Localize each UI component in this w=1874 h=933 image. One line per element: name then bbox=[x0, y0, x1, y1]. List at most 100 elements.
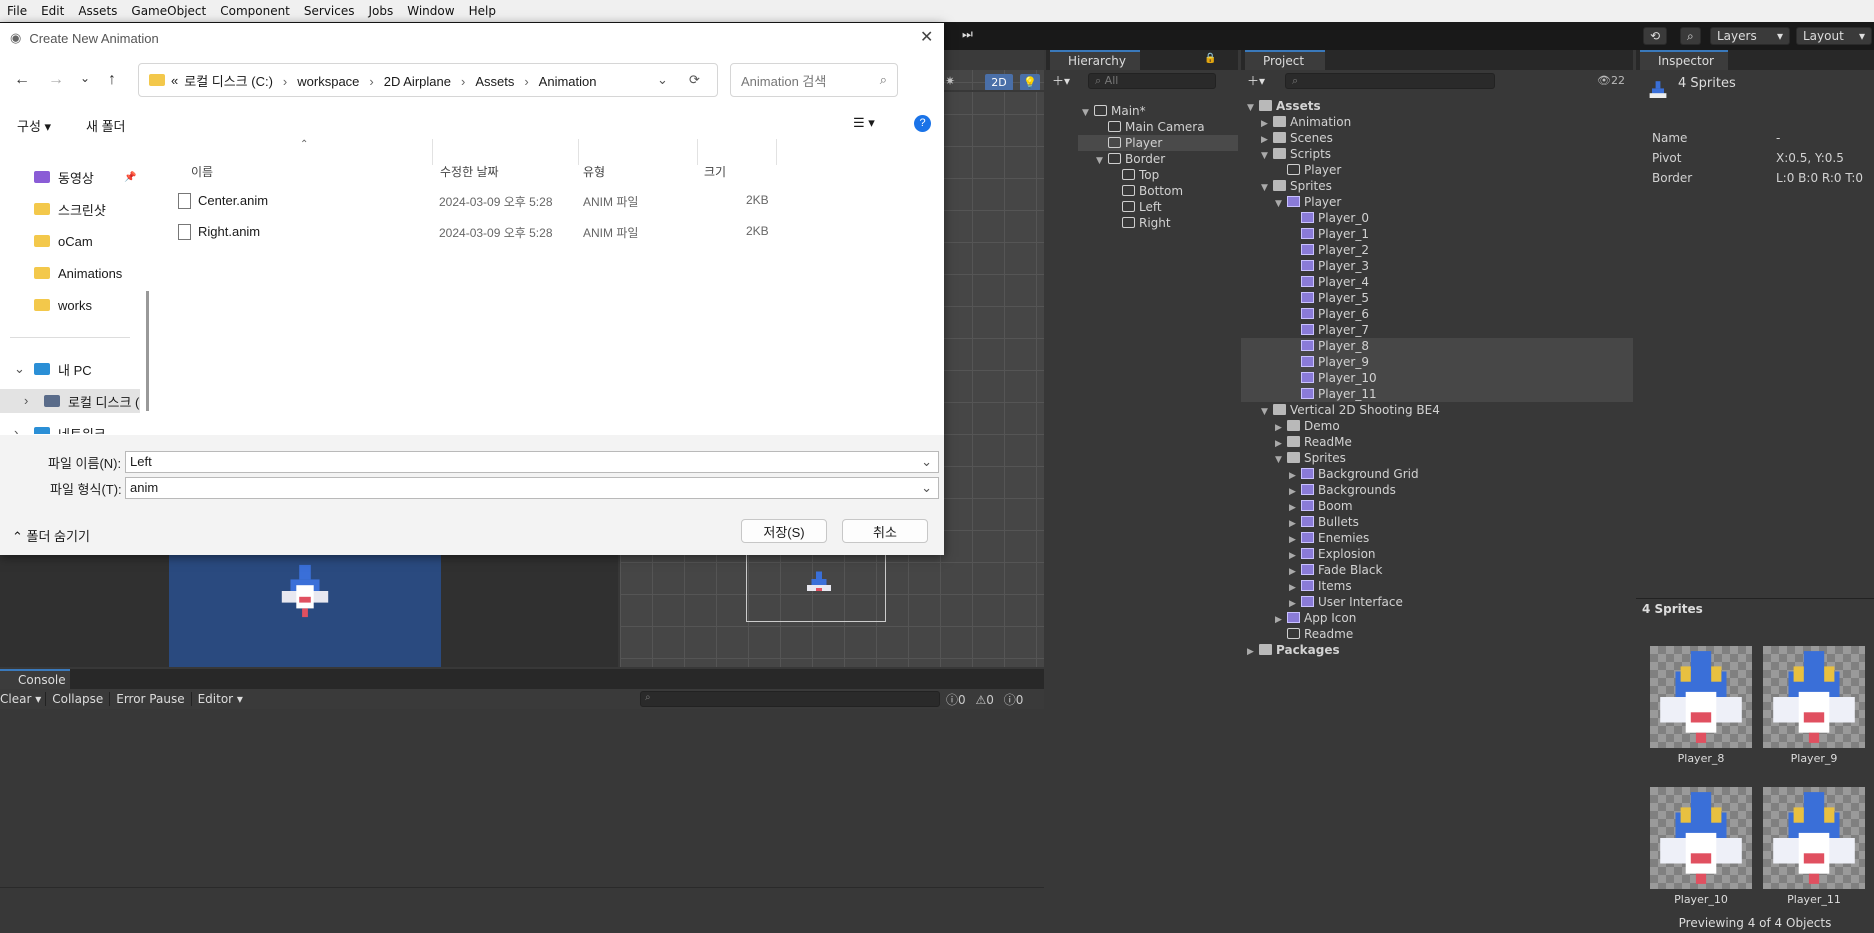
expand-arrow-icon[interactable]: ▼ bbox=[1275, 452, 1287, 468]
project-item[interactable]: ▼ Sprites bbox=[1275, 450, 1346, 466]
project-item[interactable]: Player_1 bbox=[1289, 226, 1369, 242]
project-item[interactable]: Player_6 bbox=[1289, 306, 1369, 322]
new-folder-button[interactable]: 새 폴더 bbox=[86, 116, 126, 135]
organize-button[interactable]: 구성 ▾ bbox=[17, 116, 51, 135]
project-item[interactable]: ▼ Vertical 2D Shooting BE4 bbox=[1261, 402, 1440, 418]
breadcrumb-item[interactable]: 2D Airplane bbox=[384, 74, 451, 89]
lighting-icon[interactable]: 💡 bbox=[1020, 74, 1040, 91]
hierarchy-item[interactable]: Player bbox=[1096, 135, 1162, 151]
hierarchy-item[interactable]: Left bbox=[1110, 199, 1162, 215]
hide-folders-button[interactable]: ⌃ 폴더 숨기기 bbox=[12, 526, 90, 545]
column-date[interactable]: 수정한 날짜 bbox=[440, 163, 499, 180]
project-item[interactable]: Player_11 bbox=[1289, 386, 1377, 402]
chevron-down-icon[interactable]: ⌄ bbox=[921, 452, 932, 472]
nav-scrollbar[interactable] bbox=[146, 291, 149, 411]
chevron-down-icon[interactable]: ⌄ bbox=[921, 478, 932, 498]
breadcrumb-item[interactable]: Assets bbox=[475, 74, 514, 89]
expand-arrow-icon[interactable]: ▼ bbox=[1096, 153, 1108, 169]
project-item[interactable]: Player_9 bbox=[1289, 354, 1369, 370]
gizmo-icon[interactable]: ✷ bbox=[945, 74, 955, 88]
editor-dropdown[interactable]: Editor ▾ bbox=[190, 692, 249, 706]
hierarchy-item[interactable]: ▼ Border bbox=[1096, 151, 1165, 167]
project-item[interactable]: ▶ Packages bbox=[1247, 642, 1340, 658]
expand-arrow-icon[interactable]: ▼ bbox=[1261, 148, 1273, 164]
forward-icon[interactable]: → bbox=[48, 71, 64, 89]
expand-arrow-icon[interactable]: › bbox=[14, 425, 18, 434]
menu-jobs[interactable]: Jobs bbox=[362, 4, 401, 18]
project-item[interactable]: ▼ Assets bbox=[1247, 98, 1321, 114]
layers-dropdown[interactable]: Layers ▾ bbox=[1710, 27, 1790, 45]
project-item[interactable]: ▶ Background Grid bbox=[1289, 466, 1419, 482]
tab-project[interactable]: Project bbox=[1245, 50, 1325, 70]
sprite-preview[interactable] bbox=[1650, 646, 1752, 748]
address-bar[interactable]: « 로컬 디스크 (C:) › workspace › 2D Airplane › Asse… bbox=[138, 63, 718, 97]
menu-edit[interactable]: Edit bbox=[34, 4, 71, 18]
file-row[interactable]: Center.anim 2024-03-09 오후 5:28 ANIM 파일 2KB bbox=[156, 189, 776, 215]
log-toggle[interactable]: ⓘ0 bbox=[946, 693, 966, 707]
cancel-button[interactable]: 취소 bbox=[842, 519, 928, 543]
project-item[interactable]: ▶ Enemies bbox=[1289, 530, 1369, 546]
column-type[interactable]: 유형 bbox=[583, 163, 605, 180]
tab-console[interactable]: Console bbox=[0, 669, 70, 689]
menu-services[interactable]: Services bbox=[297, 4, 362, 18]
project-item[interactable]: ▶ Demo bbox=[1275, 418, 1340, 434]
project-item[interactable]: ▶ Bullets bbox=[1289, 514, 1359, 530]
expand-arrow-icon[interactable]: ▼ bbox=[1275, 196, 1287, 212]
project-item[interactable]: Readme bbox=[1275, 626, 1353, 642]
step-button[interactable]: ⏭ bbox=[962, 27, 973, 42]
hierarchy-search-input[interactable]: ⌕ All bbox=[1088, 73, 1216, 89]
tab-inspector[interactable]: Inspector bbox=[1640, 50, 1728, 70]
filetype-select[interactable]: anim ⌄ bbox=[125, 477, 939, 499]
hidden-count-badge[interactable]: 👁22 bbox=[1597, 74, 1625, 87]
breadcrumb-item[interactable]: 로컬 디스크 (C:) bbox=[184, 74, 273, 89]
hierarchy-item[interactable]: Main Camera bbox=[1096, 119, 1205, 135]
project-item[interactable]: Player_7 bbox=[1289, 322, 1369, 338]
view-options-button[interactable]: ☰ ▾ bbox=[853, 115, 875, 131]
project-item[interactable]: ▶ ReadMe bbox=[1275, 434, 1352, 450]
expand-arrow-icon[interactable]: › bbox=[24, 393, 28, 408]
breadcrumb-item[interactable]: workspace bbox=[297, 74, 359, 89]
add-object-button[interactable]: ＋▾ bbox=[1052, 72, 1070, 89]
mode-2d-button[interactable]: 2D bbox=[985, 74, 1013, 91]
up-icon[interactable]: ↑ bbox=[108, 71, 116, 89]
project-item[interactable]: ▼ Scripts bbox=[1261, 146, 1331, 162]
project-item[interactable]: ▶ App Icon bbox=[1275, 610, 1356, 626]
expand-arrow-icon[interactable]: ▶ bbox=[1247, 644, 1259, 660]
nav-item[interactable]: oCam bbox=[34, 231, 93, 251]
project-item[interactable]: ▶ Scenes bbox=[1261, 130, 1333, 146]
project-item[interactable]: Player_3 bbox=[1289, 258, 1369, 274]
add-asset-button[interactable]: ＋▾ bbox=[1247, 72, 1265, 89]
tab-hierarchy[interactable]: Hierarchy bbox=[1050, 50, 1140, 70]
lock-icon[interactable]: 🔒 bbox=[1204, 53, 1216, 64]
warn-toggle[interactable]: ⚠0 bbox=[975, 693, 993, 707]
error-pause-button[interactable]: Error Pause bbox=[109, 692, 190, 706]
project-item[interactable]: ▶ Animation bbox=[1261, 114, 1351, 130]
expand-arrow-icon[interactable]: ▼ bbox=[1261, 404, 1273, 420]
menu-component[interactable]: Component bbox=[213, 4, 297, 18]
project-item[interactable]: ▶ Items bbox=[1289, 578, 1352, 594]
expand-arrow-icon[interactable]: ▼ bbox=[1261, 180, 1273, 196]
recent-locations-icon[interactable]: ⌄ bbox=[80, 71, 90, 85]
console-search-input[interactable]: ⌕ bbox=[640, 691, 940, 707]
back-icon[interactable]: ← bbox=[14, 71, 30, 89]
project-search-input[interactable]: ⌕ bbox=[1285, 73, 1495, 89]
nav-item[interactable]: 스크린샷 bbox=[34, 199, 106, 219]
expand-arrow-icon[interactable]: ⌄ bbox=[14, 361, 25, 377]
breadcrumb-item[interactable]: Animation bbox=[539, 74, 597, 89]
sprite-preview[interactable] bbox=[1650, 787, 1752, 889]
clear-button[interactable]: Clear ▾ bbox=[0, 692, 45, 706]
expand-arrow-icon[interactable]: ▼ bbox=[1247, 100, 1259, 116]
project-item[interactable]: Player bbox=[1275, 162, 1341, 178]
menu-file[interactable]: File bbox=[0, 4, 34, 18]
nav-item-network[interactable]: 네트워크 bbox=[34, 423, 106, 434]
project-item[interactable]: ▶ Fade Black bbox=[1289, 562, 1382, 578]
menu-window[interactable]: Window bbox=[400, 4, 461, 18]
save-button[interactable]: 저장(S) bbox=[741, 519, 827, 543]
project-item[interactable]: ▼ Sprites bbox=[1261, 178, 1332, 194]
hierarchy-item[interactable]: Right bbox=[1110, 215, 1171, 231]
nav-item-local-disk[interactable]: 로컬 디스크 (C:) bbox=[44, 391, 140, 411]
project-item[interactable]: ▶ Explosion bbox=[1289, 546, 1376, 562]
project-item[interactable]: Player_2 bbox=[1289, 242, 1369, 258]
project-item[interactable]: Player_10 bbox=[1289, 370, 1377, 386]
project-item[interactable]: ▶ Backgrounds bbox=[1289, 482, 1396, 498]
